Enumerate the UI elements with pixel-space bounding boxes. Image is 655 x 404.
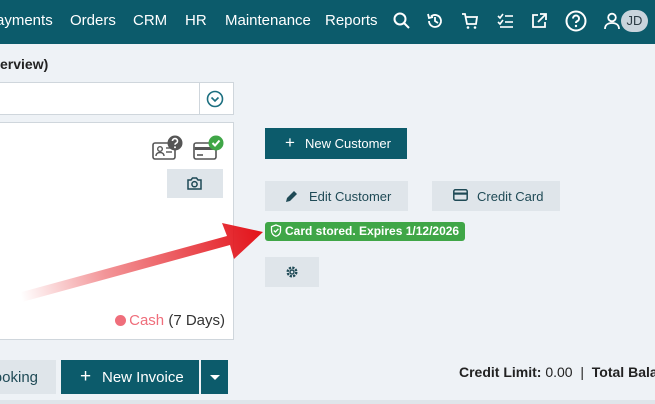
checklist-icon[interactable] [496,11,516,31]
payment-method: Cash [129,312,165,329]
credit-card-button[interactable]: Credit Card [432,181,560,211]
credit-limit-value: 0.00 [541,364,573,380]
help-icon[interactable] [565,10,587,32]
new-invoice-dropdown[interactable] [201,360,228,394]
top-navigation-bar: ayments Orders CRM HR Maintenance Report… [0,0,655,44]
history-icon[interactable] [425,11,445,31]
status-dot [115,315,127,326]
id-card-unknown-icon [152,135,184,161]
bottom-tabs-strip [0,400,655,404]
new-customer-button[interactable]: + New Customer [265,128,407,159]
customer-card: Cash (7 Days) [0,122,234,340]
camera-icon [187,177,202,190]
cart-icon[interactable] [460,11,480,31]
summary-separator: | [580,364,585,380]
settings-button[interactable] [265,257,319,287]
edit-customer-label: Edit Customer [309,189,392,204]
select-divider [199,83,200,114]
new-invoice-button[interactable]: + New Invoice [61,360,199,394]
avatar[interactable]: JD [621,10,648,32]
card-status-badge: Card stored. Expires 1/12/2026 [265,222,465,241]
shield-check-icon [270,224,282,237]
gear-icon [286,266,298,278]
new-invoice-label: New Invoice [102,369,184,386]
nav-hr[interactable]: HR [185,12,207,29]
booking-button[interactable]: ooking [0,360,56,394]
page-title: erview) [0,56,49,72]
caret-down-icon [210,375,220,380]
pencil-icon [286,191,297,202]
total-balance-label: Total Bala [591,364,655,380]
nav-orders[interactable]: Orders [70,12,116,29]
credit-limit-label: Credit Limit: [459,364,542,380]
credit-card-label: Credit Card [477,189,544,204]
edit-customer-button[interactable]: Edit Customer [265,181,408,211]
customer-select[interactable] [0,82,234,115]
plus-icon: + [285,133,295,152]
payment-terms: Cash (7 Days) [115,312,225,329]
booking-label: ooking [0,369,38,386]
new-customer-label: New Customer [305,136,391,151]
credit-card-icon [453,189,468,201]
nav-crm[interactable]: CRM [133,12,167,29]
plus-icon: + [80,366,92,387]
search-icon[interactable] [392,11,412,31]
account-summary: Credit Limit: 0.00 | Total Bala [459,364,655,380]
credit-card-verified-icon [193,135,225,161]
nav-maintenance[interactable]: Maintenance [225,12,311,29]
nav-payments[interactable]: ayments [0,12,53,29]
user-icon[interactable] [602,11,622,31]
external-link-icon[interactable] [529,11,549,31]
payment-term-days: (7 Days) [164,312,225,329]
chevron-down-icon[interactable] [206,90,224,108]
nav-reports[interactable]: Reports [325,12,378,29]
camera-button[interactable] [167,169,223,198]
card-status-text: Card stored. Expires 1/12/2026 [285,224,460,238]
